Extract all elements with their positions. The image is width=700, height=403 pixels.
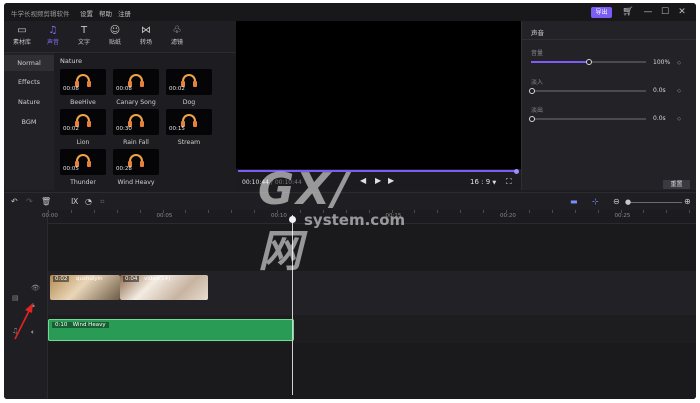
app-window: 牛学长视频剪辑软件 设置 帮助 注册 导出 🛒︎ — ☐ ✕ ▭ 素材库 ♫ 声音 …: [4, 3, 696, 399]
